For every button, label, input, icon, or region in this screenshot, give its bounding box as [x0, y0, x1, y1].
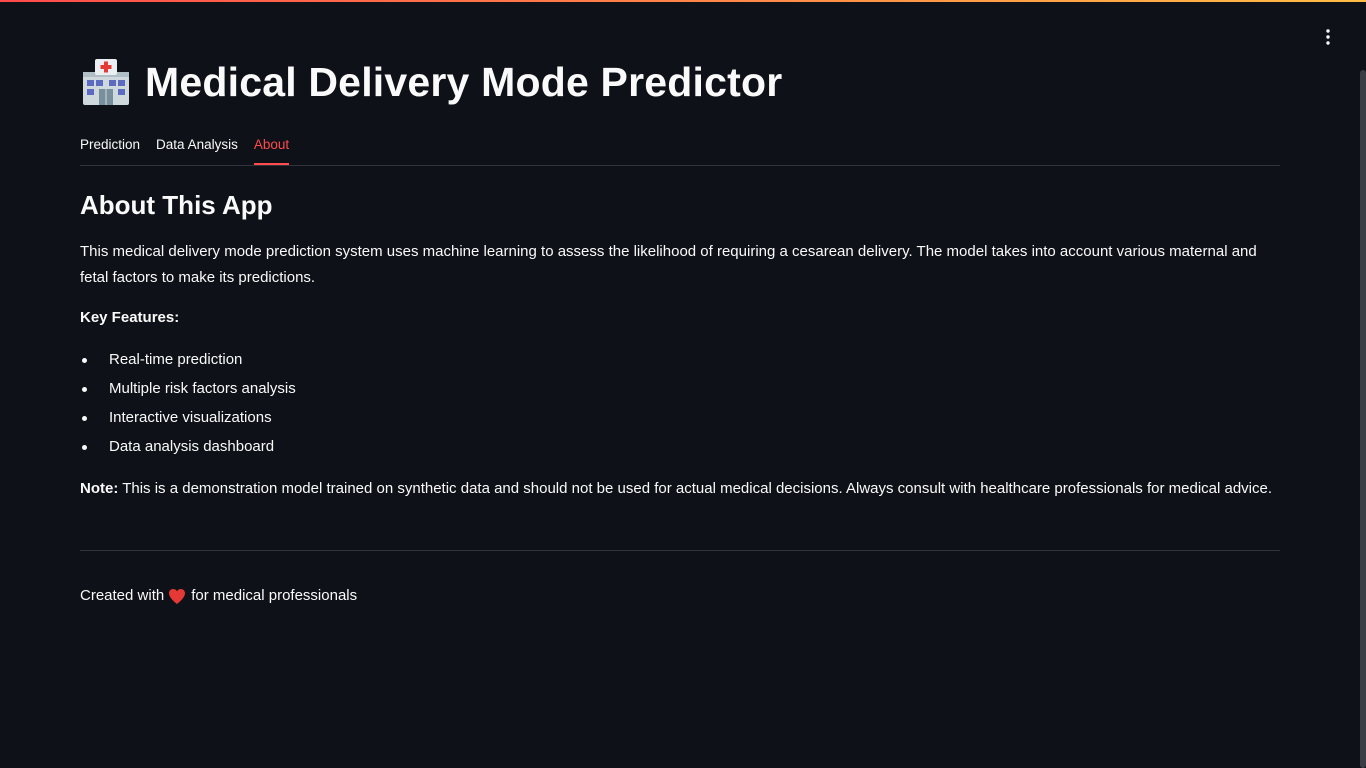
list-item: Interactive visualizations [80, 405, 296, 434]
main-menu-button[interactable] [1316, 26, 1340, 48]
page-scrollbar[interactable] [1360, 70, 1366, 768]
footer-prefix: Created with [80, 587, 165, 604]
section-heading: About This App [80, 190, 273, 220]
tab-prediction[interactable]: Prediction [80, 130, 140, 164]
note-label: Note: [80, 480, 119, 497]
tab-bar: Prediction Data Analysis About [80, 130, 1280, 166]
vertical-dots-icon [1326, 29, 1330, 45]
note-paragraph: Note: This is a demonstration model trai… [80, 476, 1290, 502]
header-decoration-bar [0, 0, 1366, 2]
page-title: Medical Delivery Mode Predictor [145, 58, 783, 105]
footer: Created with for medical professionals [80, 583, 357, 609]
hospital-icon [83, 59, 129, 105]
note-text: This is a demonstration model trained on… [118, 480, 1273, 497]
tab-about[interactable]: About [253, 130, 290, 165]
footer-suffix: for medical professionals [191, 587, 358, 604]
list-item: Multiple risk factors analysis [80, 376, 296, 405]
description-paragraph: This medical delivery mode prediction sy… [80, 243, 1257, 286]
list-item: Real-time prediction [80, 347, 296, 376]
divider [80, 550, 1280, 551]
features-label: Key Features: [80, 309, 180, 326]
tab-data-analysis[interactable]: Data Analysis [156, 130, 238, 164]
list-item: Data analysis dashboard [80, 434, 296, 463]
feature-list: Real-time prediction Multiple risk facto… [80, 347, 296, 463]
heart-icon [169, 588, 186, 604]
title-row: Medical Delivery Mode Predictor [80, 56, 782, 108]
